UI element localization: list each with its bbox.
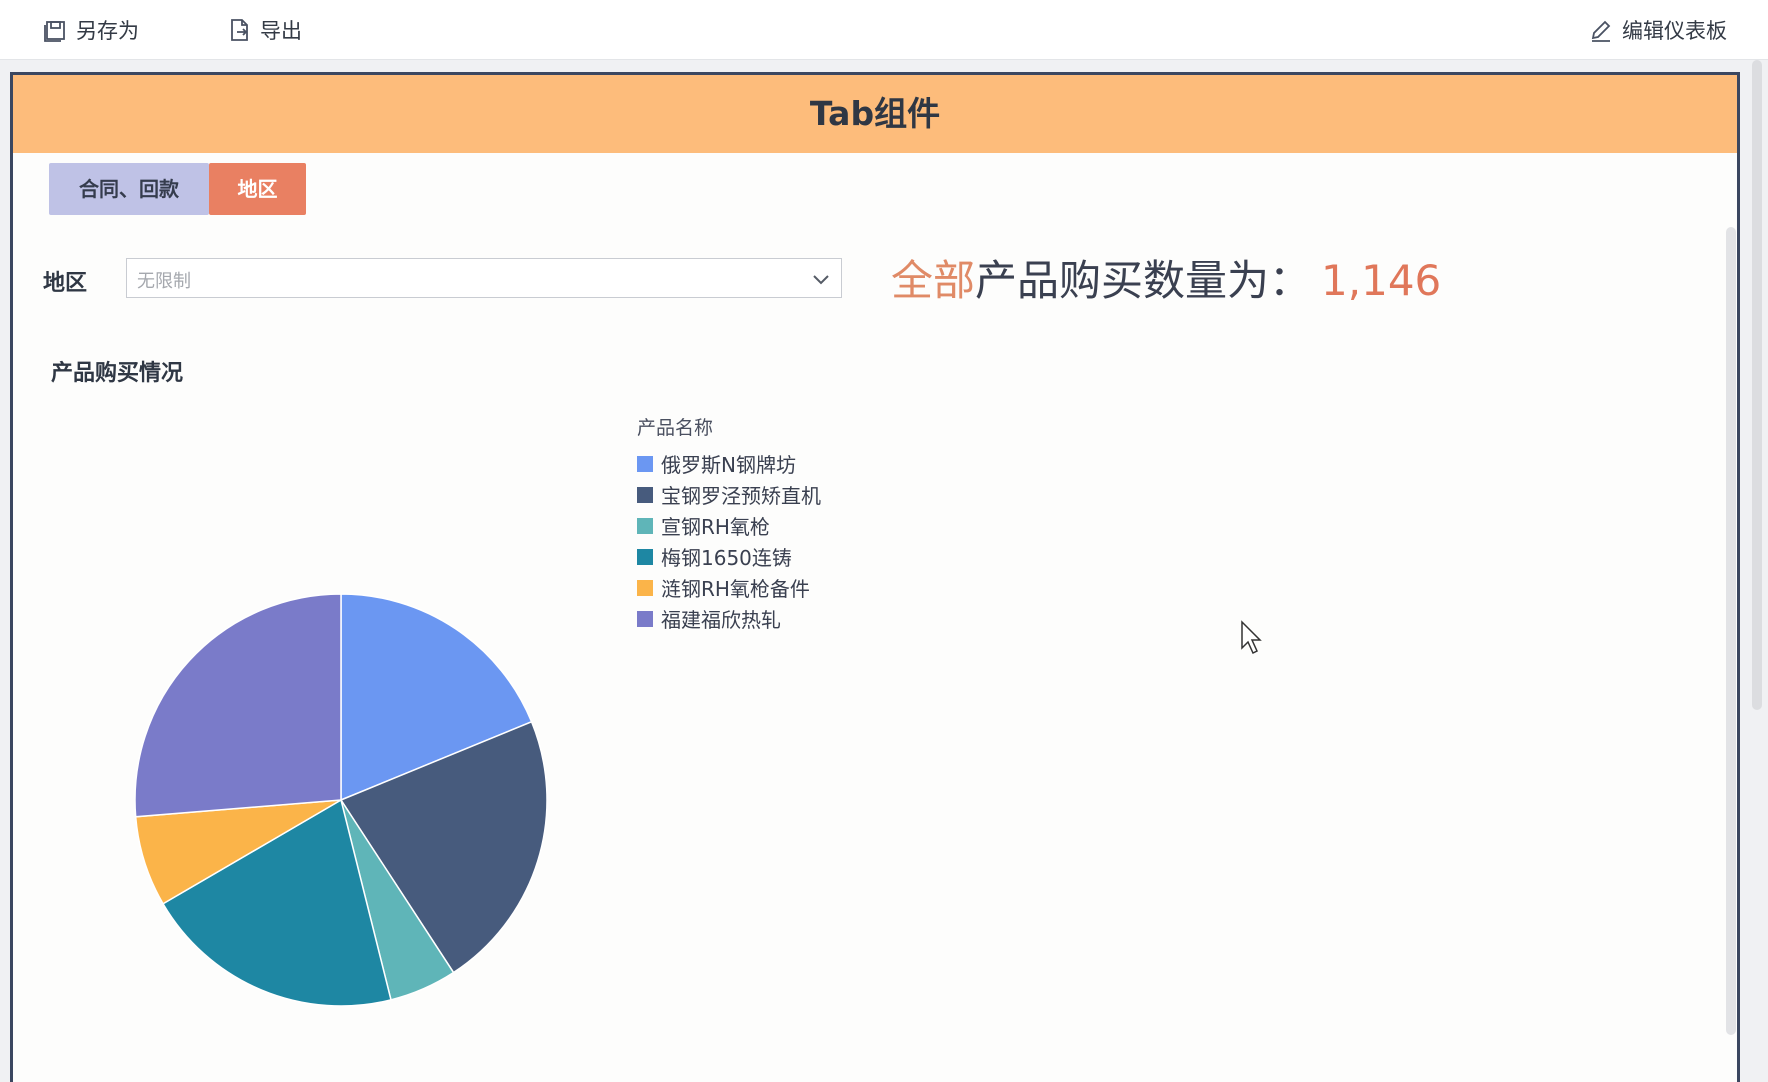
legend-label: 俄罗斯N钢牌坊	[661, 453, 796, 477]
chart-legend: 产品名称 俄罗斯N钢牌坊宝钢罗泾预矫直机 宣钢RH氧枪 梅钢1650连铸 涟钢RH氧枪…	[637, 413, 821, 634]
kpi-text: 全部产品购买数量为： 1,146	[891, 247, 1441, 308]
page-scrollbar[interactable]	[1752, 60, 1762, 710]
kpi-highlight: 全部	[891, 256, 976, 305]
legend-label: 宝钢罗泾预矫直机	[661, 484, 821, 508]
mouse-cursor-icon	[1241, 620, 1262, 655]
pie-slice-6[interactable]	[134, 593, 342, 818]
top-toolbar: 另存为 导出 编辑仪表板	[0, 0, 1768, 60]
legend-swatch	[637, 579, 653, 596]
pie-chart	[134, 593, 548, 1007]
save-as-label: 另存为	[76, 19, 139, 43]
chevron-down-icon	[813, 275, 829, 285]
legend-label: 梅钢1650连铸	[661, 546, 792, 570]
edit-dashboard-button[interactable]: 编辑仪表板	[1588, 14, 1727, 46]
dashboard-scrollbar[interactable]	[1726, 227, 1736, 1035]
legend-item-5[interactable]: 涟钢RH氧枪备件	[637, 572, 821, 603]
kpi-label: 产品购买数量为：	[975, 256, 1312, 305]
legend-swatch	[637, 548, 653, 565]
export-icon	[231, 19, 248, 41]
legend-item-2[interactable]: 宝钢罗泾预矫直机	[637, 479, 821, 510]
pencil-icon	[1591, 20, 1611, 42]
export-label: 导出	[260, 19, 302, 43]
legend-swatch	[637, 517, 653, 534]
legend-title: 产品名称	[637, 417, 714, 439]
edit-dashboard-label: 编辑仪表板	[1622, 19, 1727, 43]
legend-label: 宣钢RH氧枪	[661, 515, 770, 539]
save-as-button[interactable]: 另存为	[42, 14, 139, 46]
legend-item-1[interactable]: 俄罗斯N钢牌坊	[637, 448, 821, 479]
legend-item-3[interactable]: 宣钢RH氧枪	[637, 510, 821, 541]
legend-label: 福建福欣热轧	[661, 608, 781, 632]
legend-item-6[interactable]: 福建福欣热轧	[637, 603, 821, 634]
save-icon	[44, 21, 65, 42]
legend-swatch	[637, 610, 653, 627]
kpi-value: 1,146	[1321, 256, 1442, 305]
dashboard-frame: Tab组件 合同、回款 地区 地区 无限制 全部产品购买数量为： 1,146 产品…	[10, 72, 1740, 1082]
legend-label: 涟钢RH氧枪备件	[661, 577, 810, 601]
legend-swatch	[637, 486, 653, 503]
legend-item-4[interactable]: 梅钢1650连铸	[637, 541, 821, 572]
legend-swatch	[637, 455, 653, 472]
export-button[interactable]: 导出	[226, 14, 302, 46]
